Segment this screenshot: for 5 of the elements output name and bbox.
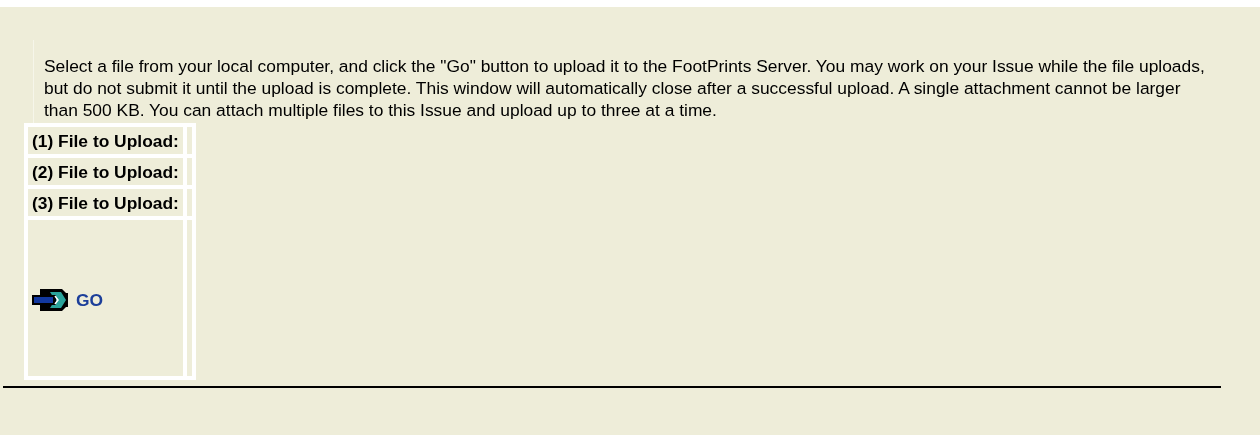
field-label: (2) File to Upload: xyxy=(28,158,183,185)
field-label: (1) File to Upload: xyxy=(28,127,183,154)
field-label: (3) File to Upload: xyxy=(28,189,183,216)
go-button[interactable]: GO xyxy=(32,287,104,313)
instructions-text: Select a file from your local computer, and click the "Go" button to upload it to the FootPrints Server. You may work on your Issue while the file uploads, but do not submit it until the upload is complete. This window will automatically close after a successful upload. A single attachment cannot be larger than 500 KB. You can attach multiple files to this Issue and upload up to three at a time. xyxy=(44,55,1206,121)
